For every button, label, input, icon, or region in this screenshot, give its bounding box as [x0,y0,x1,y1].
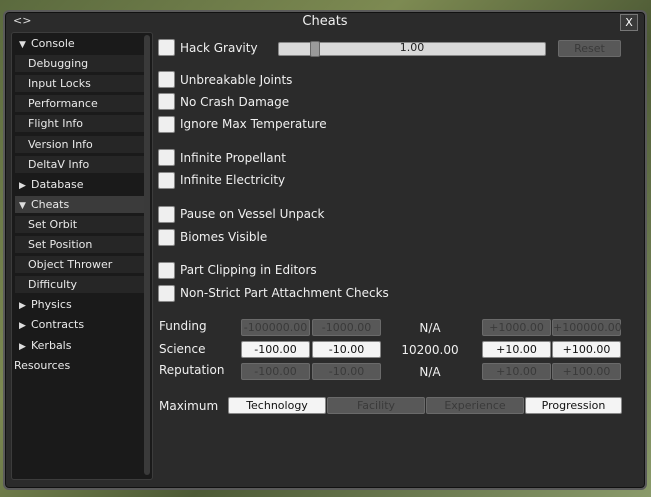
title-bar[interactable]: <> Cheats X [5,12,645,32]
no-crash-damage-checkbox[interactable] [158,93,175,110]
sidebar: ▼ Console Debugging Input Locks Performance F… [11,32,153,480]
sidebar-scrollbar[interactable] [144,35,150,475]
sidebar-item-resources[interactable]: Resources [13,357,142,374]
sidebar-item-label: Version Info [28,137,93,151]
science-plus-10-button[interactable]: +10.00 [482,341,551,358]
sidebar-item-label: Cheats [31,197,70,211]
reputation-plus-100-button[interactable]: +100.00 [552,363,621,380]
infinite-electricity-checkbox[interactable] [158,172,175,189]
sidebar-item-deltav-info[interactable]: DeltaV Info [15,155,147,173]
sidebar-item-set-position[interactable]: Set Position [15,236,147,253]
sidebar-item-performance[interactable]: Performance [15,95,147,113]
sidebar-item-label: Kerbals [31,338,72,352]
non-strict-checkbox[interactable] [158,285,175,302]
sidebar-item-label: Set Position [28,238,93,251]
sidebar-item-label: Flight Info [28,117,84,131]
expanded-arrow-icon: ▼ [19,40,26,50]
funding-plus-100000-button[interactable]: +100000.00 [552,319,622,336]
science-minus-100-button[interactable]: -100.00 [241,341,310,358]
sidebar-item-label: Object Thrower [28,258,113,272]
sidebar-item-label: Set Orbit [28,217,78,231]
sidebar-item-label: Debugging [28,57,89,71]
sidebar-item-database[interactable]: ▶ Database [15,176,145,193]
infinite-electricity-label: Infinite Electricity [180,173,286,187]
sidebar-item-version-info[interactable]: Version Info [15,135,147,153]
sidebar-item-label: Performance [28,97,98,111]
sidebar-item-difficulty[interactable]: Difficulty [15,276,147,294]
sidebar-item-label: Resources [14,358,71,372]
sidebar-item-kerbals[interactable]: ▶ Kerbals [15,337,145,354]
science-value: 10200.00 [401,343,459,357]
max-facility-button[interactable]: Facility [327,397,425,414]
funding-minus-1000-button[interactable]: -1000.00 [312,319,381,336]
unbreakable-joints-label: Unbreakable Joints [180,73,293,87]
infinite-propellant-label: Infinite Propellant [180,151,286,165]
science-label: Science [159,342,206,356]
biomes-visible-checkbox[interactable] [158,229,175,246]
sidebar-item-contracts[interactable]: ▶ Contracts [15,316,145,333]
science-minus-10-button[interactable]: -10.00 [312,341,381,358]
gravity-value: 1.00 [399,41,425,54]
max-progression-button[interactable]: Progression [525,397,622,414]
sidebar-item-label: Console [31,37,75,50]
funding-label: Funding [159,319,207,333]
sidebar-item-input-locks[interactable]: Input Locks [15,75,147,93]
sidebar-item-console[interactable]: ▼ Console [15,35,145,52]
part-clipping-checkbox[interactable] [158,262,175,279]
reputation-plus-10-button[interactable]: +10.00 [482,363,551,380]
reputation-label: Reputation [159,363,225,377]
reputation-value: N/A [419,365,441,379]
sidebar-item-debugging[interactable]: Debugging [15,55,147,73]
collapsed-arrow-icon: ▶ [19,180,26,191]
sidebar-item-object-thrower[interactable]: Object Thrower [15,256,147,274]
hack-gravity-label: Hack Gravity [180,41,258,55]
science-plus-100-button[interactable]: +100.00 [552,341,621,358]
sidebar-item-label: Contracts [31,318,85,332]
biomes-visible-label: Biomes Visible [180,230,268,244]
pause-unpack-label: Pause on Vessel Unpack [180,207,325,221]
part-clipping-label: Part Clipping in Editors [180,263,317,277]
window-title: Cheats [302,14,348,29]
funding-plus-1000-button[interactable]: +1000.00 [482,319,551,336]
collapsed-arrow-icon: ▶ [19,341,26,352]
sidebar-item-cheats[interactable]: ▼ Cheats [15,195,145,213]
reputation-minus-10-button[interactable]: -10.00 [312,363,381,380]
pause-unpack-checkbox[interactable] [158,206,175,223]
sidebar-item-label: Physics [31,298,72,312]
ignore-max-temp-checkbox[interactable] [158,116,175,133]
funding-value: N/A [419,321,441,335]
sidebar-item-physics[interactable]: ▶ Physics [15,296,145,313]
reputation-minus-100-button[interactable]: -100.00 [241,363,310,380]
no-crash-damage-label: No Crash Damage [180,95,290,109]
sidebar-item-flight-info[interactable]: Flight Info [15,115,147,133]
unbreakable-joints-checkbox[interactable] [158,71,175,88]
gravity-reset-button[interactable]: Reset [558,40,621,57]
funding-minus-100000-button[interactable]: -100000.00 [241,319,310,336]
cheats-window: <> Cheats X ▼ Console Debugging Input Locks… [3,10,647,490]
collapsed-arrow-icon: ▶ [19,321,26,332]
sidebar-item-label: DeltaV Info [28,157,90,171]
expanded-arrow-icon: ▼ [19,200,26,211]
sidebar-item-label: Database [31,177,84,191]
hack-gravity-checkbox[interactable] [158,39,175,56]
maximum-label: Maximum [159,399,219,413]
sidebar-item-label: Input Locks [28,77,91,91]
close-button[interactable]: X [620,14,638,31]
sidebar-item-set-orbit[interactable]: Set Orbit [15,215,147,233]
ignore-max-temp-label: Ignore Max Temperature [180,117,327,131]
gravity-slider[interactable]: 1.00 [278,41,546,57]
non-strict-label: Non-Strict Part Attachment Checks [180,286,389,300]
max-experience-button[interactable]: Experience [426,397,524,414]
collapsed-arrow-icon: ▶ [19,301,26,312]
max-technology-button[interactable]: Technology [228,397,326,414]
sidebar-item-label: Difficulty [28,278,78,292]
infinite-propellant-checkbox[interactable] [158,149,175,166]
